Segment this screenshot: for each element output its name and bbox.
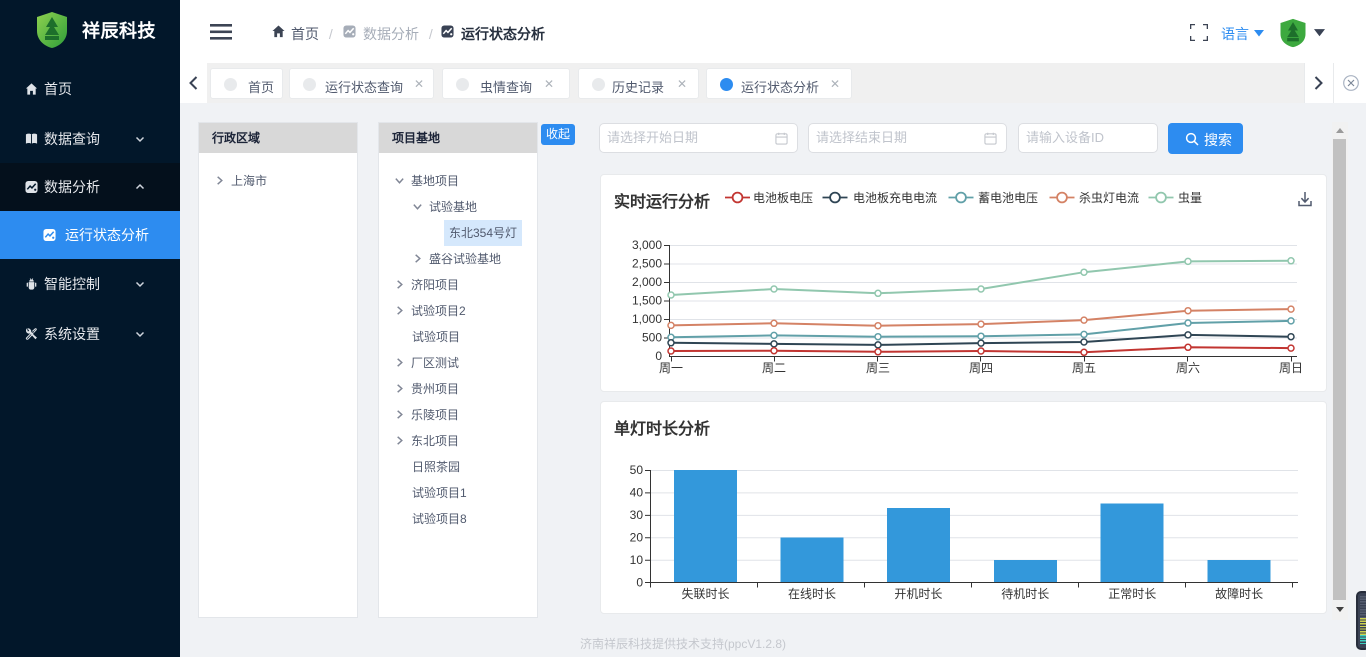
svg-text:周四: 周四 [969, 361, 993, 375]
svg-text:周一: 周一 [659, 361, 683, 375]
svg-text:在线时长: 在线时长 [788, 587, 836, 601]
svg-text:周二: 周二 [762, 361, 786, 375]
svg-text:周三: 周三 [866, 361, 890, 375]
svg-text:周日: 周日 [1279, 361, 1303, 375]
svg-text:失联时长: 失联时长 [681, 586, 729, 601]
svg-text:杀虫灯电流: 杀虫灯电流 [1079, 190, 1139, 205]
svg-text:电池板电压: 电池板电压 [753, 191, 813, 205]
svg-text:30: 30 [630, 508, 644, 522]
svg-text:40: 40 [630, 485, 644, 499]
svg-text:电池板充电电流: 电池板充电电流 [853, 190, 937, 205]
svg-text:周六: 周六 [1176, 361, 1200, 375]
svg-text:周五: 周五 [1072, 361, 1096, 375]
svg-text:3,000: 3,000 [632, 238, 662, 252]
svg-text:20: 20 [630, 530, 644, 544]
svg-text:1,500: 1,500 [632, 294, 662, 308]
svg-text:开机时长: 开机时长 [894, 587, 942, 601]
svg-text:2,000: 2,000 [632, 275, 662, 289]
svg-text:正常时长: 正常时长 [1108, 587, 1156, 601]
svg-text:故障时长: 故障时长 [1215, 586, 1263, 601]
svg-text:10: 10 [630, 553, 644, 567]
svg-text:50: 50 [630, 463, 644, 477]
svg-text:1,000: 1,000 [632, 312, 662, 326]
svg-text:500: 500 [642, 331, 662, 345]
svg-text:0: 0 [636, 575, 643, 589]
svg-text:2,500: 2,500 [632, 257, 662, 271]
svg-text:蓄电池电压: 蓄电池电压 [978, 191, 1038, 205]
svg-text:待机时长: 待机时长 [1001, 587, 1049, 601]
svg-text:虫量: 虫量 [1178, 191, 1202, 205]
